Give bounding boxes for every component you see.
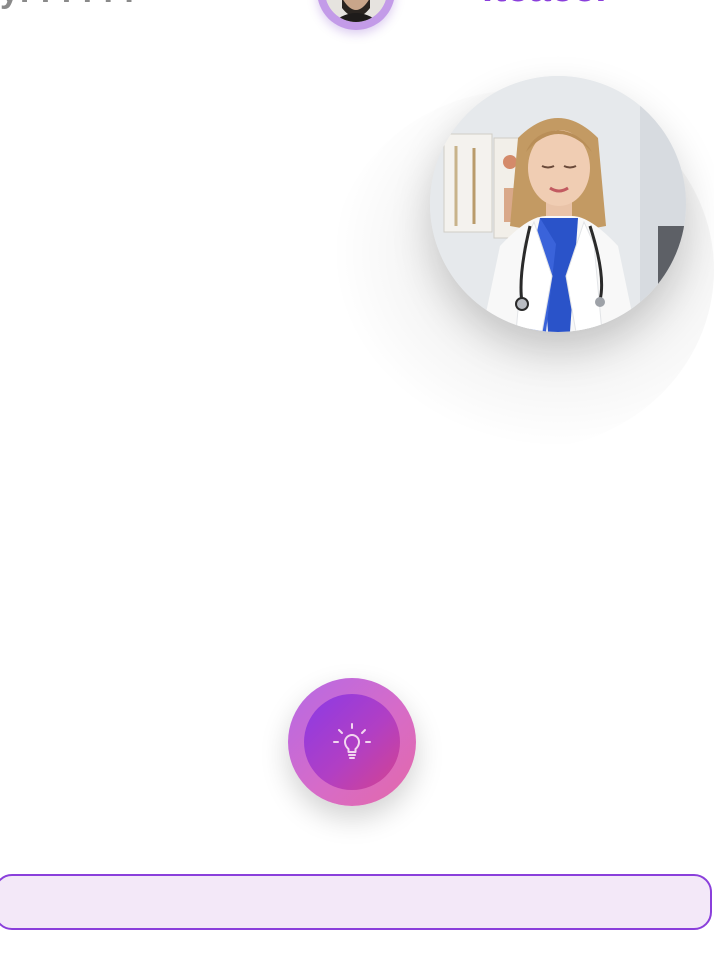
- message-input-container: [0, 874, 712, 930]
- screen: ÿ. . . . . . iteaeer: [0, 0, 714, 966]
- user-avatar-image: [325, 0, 387, 22]
- doctor-avatar: [430, 76, 686, 332]
- user-avatar: [325, 0, 387, 22]
- user-avatar-ring[interactable]: [317, 0, 395, 30]
- doctor-portrait-image: [430, 76, 686, 332]
- hint-button[interactable]: [288, 678, 416, 806]
- header-right-text: iteaeer: [482, 0, 611, 11]
- lightbulb-icon: [333, 723, 371, 759]
- message-input[interactable]: [0, 876, 710, 928]
- hint-button-inner: [304, 694, 400, 790]
- header-left-text: ÿ. . . . . .: [0, 0, 135, 11]
